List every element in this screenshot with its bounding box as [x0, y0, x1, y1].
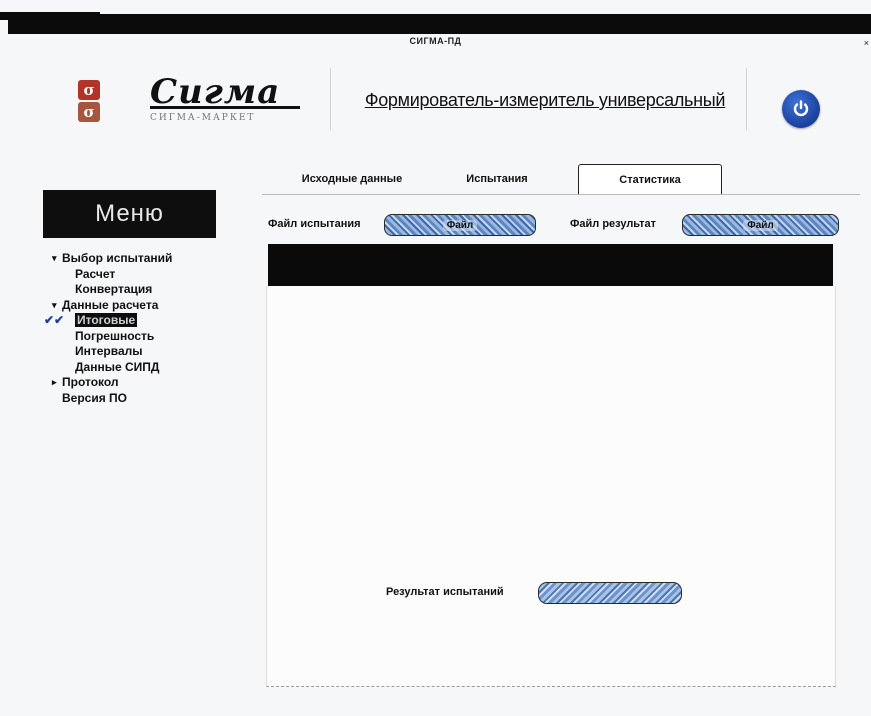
app-header: σ σ Сигма СИГМА-МАРКЕТ Формирователь-изм…: [30, 60, 860, 160]
result-file-button[interactable]: Файл: [682, 214, 839, 236]
statistics-table-header: [268, 244, 833, 286]
menu-item-conversion[interactable]: Конвертация: [50, 282, 220, 298]
tab-divider: [262, 194, 860, 195]
tab-tests[interactable]: Испытания: [442, 164, 552, 194]
header-divider: [746, 68, 747, 130]
test-file-button-label: Файл: [442, 219, 478, 231]
menu-item-label: Данные расчета: [62, 297, 159, 312]
menu-item-error[interactable]: Погрешность: [50, 329, 220, 345]
power-button[interactable]: [782, 90, 820, 128]
tab-initial-data[interactable]: Исходные данные: [282, 164, 422, 194]
logo-sigma-square-secondary: σ: [78, 102, 100, 122]
result-file-label: Файл результат: [570, 218, 656, 230]
expand-arrow-icon: ▾: [52, 253, 57, 263]
result-file-button-label: Файл: [743, 219, 778, 231]
header-divider: [330, 68, 331, 130]
logo-word: Сигма: [150, 72, 281, 112]
menu-item-calculation[interactable]: Расчет: [50, 267, 220, 283]
sidebar-menu: ▾ Выбор испытаний Расчет Конвертация ▾ Д…: [44, 251, 220, 407]
menu-item-label: Данные СИПД: [75, 359, 160, 374]
collapse-arrow-icon: ▸: [52, 377, 57, 387]
menu-item-label: Погрешность: [75, 328, 155, 343]
checkmark-icon: ✔✔: [44, 313, 65, 327]
window-close-icon[interactable]: ×: [864, 38, 869, 48]
menu-item-label: Итоговые: [75, 313, 138, 327]
menu-item-label: Выбор испытаний: [62, 251, 173, 265]
statistics-panel: [266, 286, 836, 687]
menu-item-test-selection[interactable]: ▾ Выбор испытаний: [50, 251, 220, 267]
logo-subtitle: СИГМА-МАРКЕТ: [150, 113, 256, 123]
window-title: СИГМА-ПД: [409, 36, 462, 46]
power-icon: [793, 100, 809, 117]
device-title: Формирователь-измеритель универсальный: [364, 90, 726, 110]
menu-item-version[interactable]: Версия ПО: [50, 391, 220, 407]
file-row: Файл испытания Файл Файл результат Файл: [268, 214, 843, 236]
expand-arrow-icon: ▾: [52, 299, 57, 310]
menu-item-label: Интервалы: [75, 344, 143, 358]
logo-sigma-square: σ: [78, 80, 100, 100]
tab-statistics[interactable]: Статистика: [578, 164, 722, 195]
menu-title: Меню: [43, 190, 216, 238]
tab-bar: Исходные данные Испытания Статистика: [262, 164, 862, 195]
menu-item-label: Версия ПО: [62, 390, 128, 405]
menu-item-label: Конвертация: [75, 282, 153, 296]
logo-icon: σ σ: [78, 80, 100, 122]
logo: Сигма СИГМА-МАРКЕТ: [150, 74, 310, 134]
test-file-label: Файл испытания: [268, 218, 361, 230]
menu-item-calc-data[interactable]: ▾ Данные расчета: [50, 298, 220, 314]
menu-item-label: Расчет: [75, 266, 116, 281]
test-file-button[interactable]: Файл: [384, 214, 536, 236]
menu-item-label: Протокол: [62, 375, 119, 389]
test-result-field: [538, 582, 682, 604]
titlebar-stub: [0, 12, 100, 20]
window-titlebar: [0, 12, 871, 34]
test-result-label: Результат испытаний: [386, 586, 504, 598]
menu-item-protocol[interactable]: ▸ Протокол: [50, 375, 220, 391]
menu-item-sipd-data[interactable]: Данные СИПД: [50, 360, 220, 376]
menu-item-intervals[interactable]: Интервалы: [50, 344, 220, 360]
menu-item-summary[interactable]: ✔✔ Итоговые: [44, 313, 220, 329]
